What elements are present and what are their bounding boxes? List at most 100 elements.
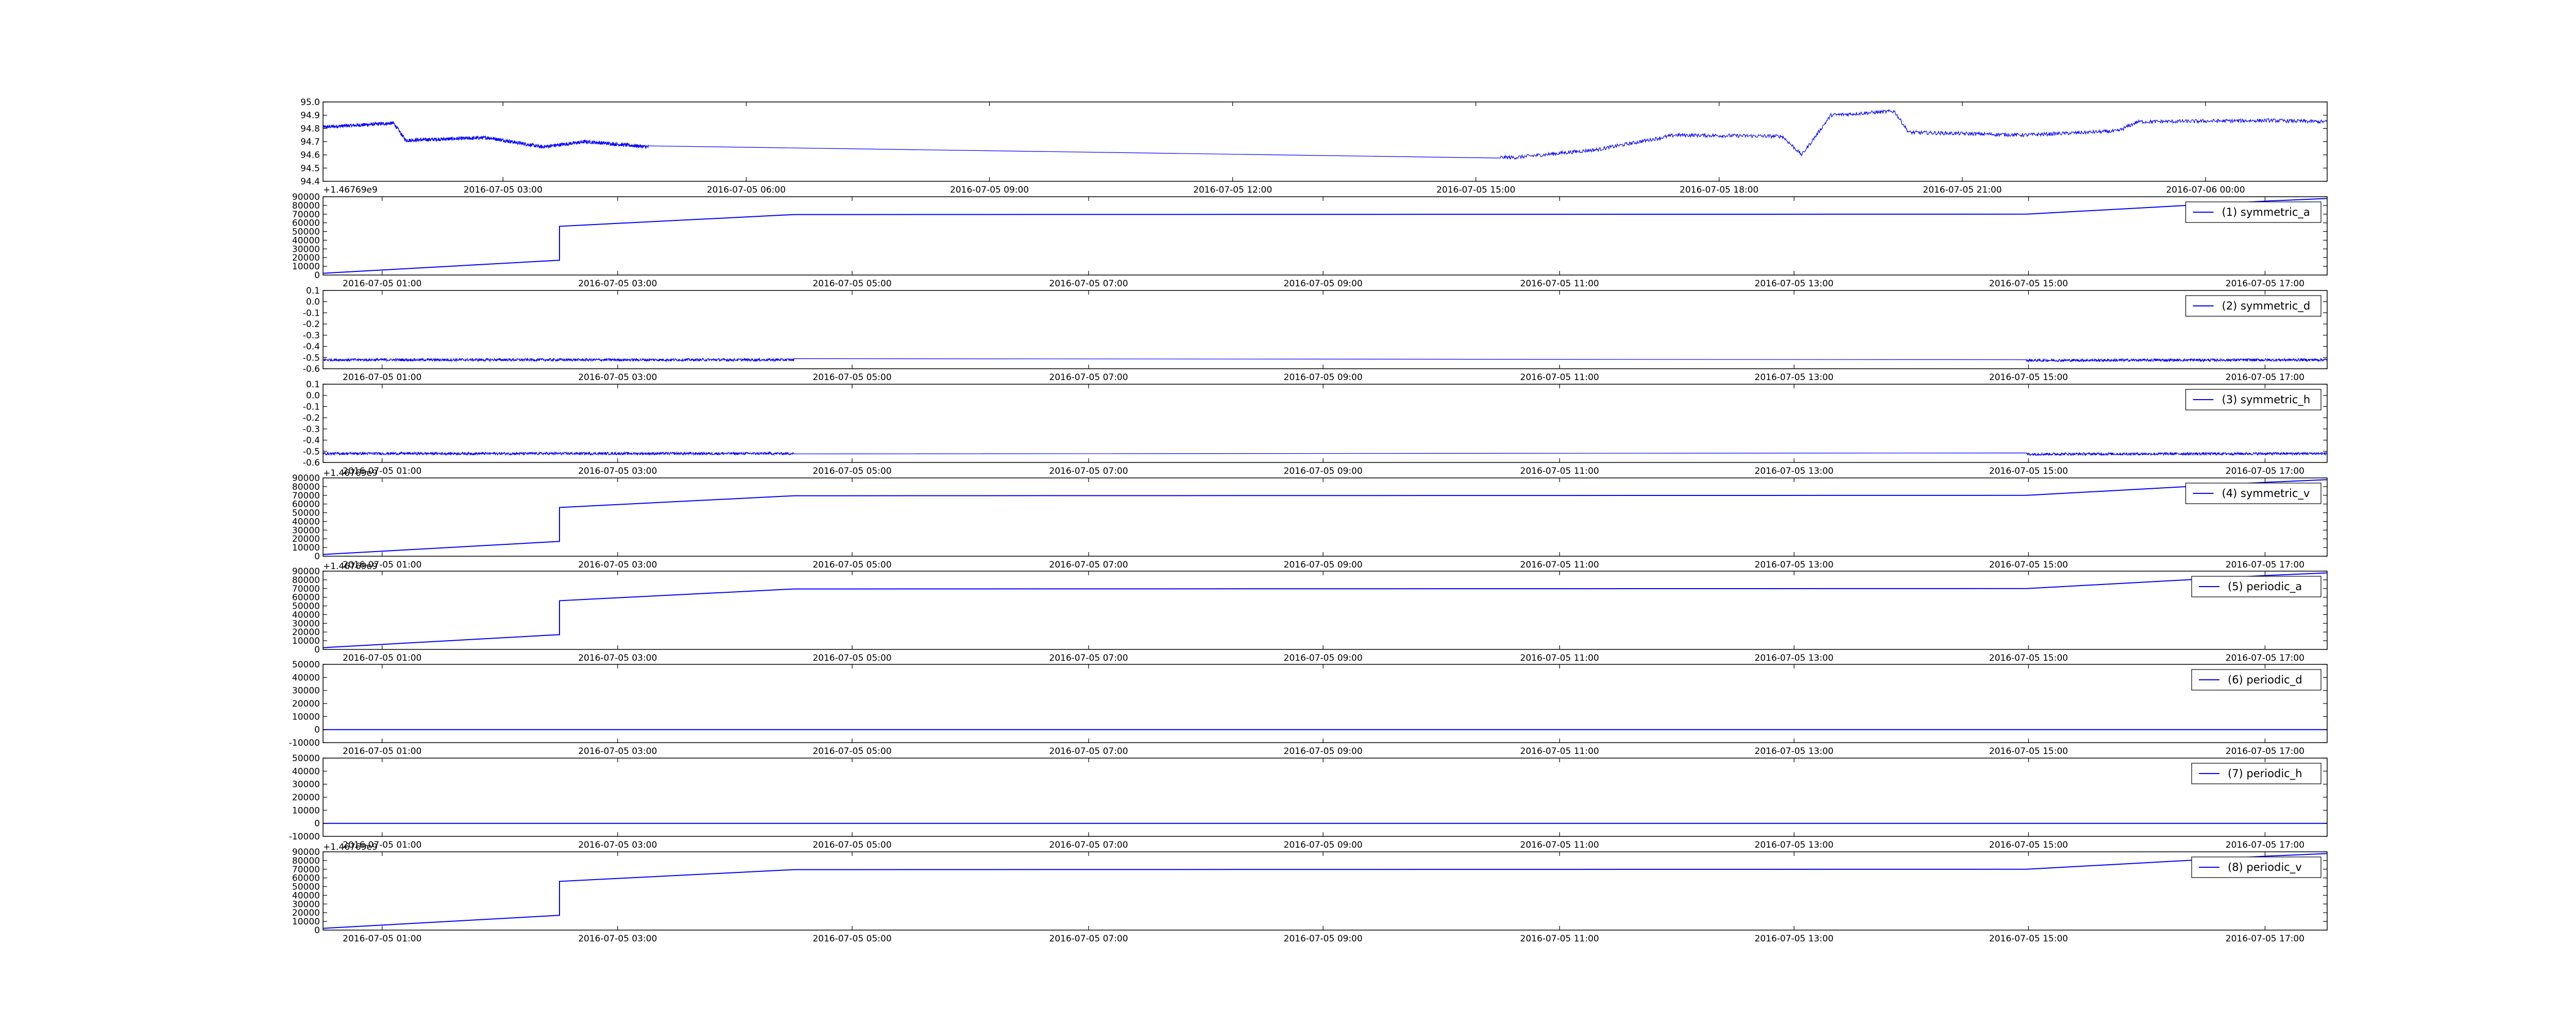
xtick-label: 2016-07-05 11:00	[1520, 840, 1599, 850]
xtick-label: 2016-07-05 05:00	[812, 560, 891, 570]
ytick-label: 0	[314, 725, 320, 735]
xtick-label: 2016-07-05 09:00	[1284, 840, 1363, 850]
offset-text: +1.46769e9	[323, 468, 378, 478]
series-line	[323, 451, 2328, 456]
xtick-label: 2016-07-05 07:00	[1049, 279, 1128, 289]
legend: (1) symmetric_a	[2185, 201, 2321, 223]
offset-text: +1.46769e9	[323, 185, 378, 195]
xtick-label: 2016-07-06 00:00	[2166, 185, 2245, 195]
legend-label: (6) periodic_d	[2228, 674, 2302, 686]
xtick-label: 2016-07-05 05:00	[812, 934, 891, 944]
xtick-label: 2016-07-05 09:00	[950, 185, 1029, 195]
legend: (5) periodic_a	[2191, 576, 2321, 597]
xtick-label: 2016-07-05 03:00	[578, 560, 657, 570]
series-line	[323, 357, 2328, 363]
legend-label: (3) symmetric_h	[2222, 393, 2311, 406]
ytick-label: -0.1	[303, 402, 320, 412]
xtick-label: 2016-07-05 05:00	[812, 746, 891, 757]
ytick-label: 20000	[292, 793, 320, 803]
xtick-label: 2016-07-05 07:00	[1049, 372, 1128, 383]
xtick-label: 2016-07-05 03:00	[578, 746, 657, 757]
ytick-label: 10000	[292, 712, 320, 722]
ytick-label: 90000	[292, 192, 320, 202]
subplot-p1: 0100002000030000400005000060000700008000…	[292, 192, 2328, 289]
ytick-label: 94.8	[300, 124, 320, 134]
offset-text: +1.46769e9	[323, 842, 378, 852]
xtick-label: 2016-07-05 15:00	[1436, 185, 1515, 195]
xtick-label: 2016-07-05 12:00	[1193, 185, 1272, 195]
ytick-label: -0.6	[303, 364, 320, 374]
xtick-label: 2016-07-05 15:00	[1989, 560, 2068, 570]
legend-label: (1) symmetric_a	[2222, 206, 2310, 219]
legend-label: (5) periodic_a	[2228, 580, 2302, 593]
xtick-label: 2016-07-05 11:00	[1520, 560, 1599, 570]
legend-label: (8) periodic_v	[2228, 861, 2302, 874]
xtick-label: 2016-07-05 17:00	[2226, 560, 2304, 570]
xtick-label: 2016-07-05 17:00	[2226, 934, 2304, 944]
xtick-label: 2016-07-05 13:00	[1755, 560, 1834, 570]
xtick-label: 2016-07-05 05:00	[812, 653, 891, 663]
ytick-label: -0.1	[303, 308, 320, 318]
axes-frame	[323, 477, 2328, 557]
legend: (3) symmetric_h	[2185, 389, 2321, 410]
xtick-label: 2016-07-05 15:00	[1989, 279, 2068, 289]
ytick-label: -0.4	[303, 342, 320, 352]
xtick-label: 2016-07-05 17:00	[2226, 466, 2304, 476]
ytick-label: 0.1	[306, 380, 320, 390]
xtick-label: 2016-07-05 11:00	[1520, 934, 1599, 944]
xtick-label: 2016-07-05 07:00	[1049, 746, 1128, 757]
ytick-label: 20000	[292, 699, 320, 709]
xtick-label: 2016-07-05 03:00	[464, 185, 543, 195]
xtick-label: 2016-07-05 15:00	[1989, 466, 2068, 476]
ytick-label: -10000	[289, 738, 320, 748]
xtick-label: 2016-07-05 09:00	[1284, 372, 1363, 383]
ytick-label: 90000	[292, 473, 320, 484]
xtick-label: 2016-07-05 07:00	[1049, 934, 1128, 944]
xtick-label: 2016-07-05 11:00	[1520, 653, 1599, 663]
xtick-label: 2016-07-05 09:00	[1284, 746, 1363, 757]
ytick-label: 90000	[292, 566, 320, 577]
legend: (7) periodic_h	[2191, 763, 2321, 784]
ytick-label: 90000	[292, 847, 320, 857]
ytick-label: -0.3	[303, 331, 320, 341]
xtick-label: 2016-07-05 05:00	[812, 466, 891, 476]
xtick-label: 2016-07-05 11:00	[1520, 466, 1599, 476]
xtick-label: 2016-07-05 07:00	[1049, 466, 1128, 476]
ytick-label: 95.0	[300, 97, 320, 108]
series-line	[323, 109, 2328, 160]
xtick-label: 2016-07-05 13:00	[1755, 746, 1834, 757]
xtick-label: 2016-07-05 17:00	[2226, 653, 2304, 663]
subplot-p0: 94.4 94.5 94.6 94.7 94.8 94.9 95.0 2016-07-05 0…	[300, 97, 2328, 195]
axes-frame	[323, 101, 2328, 182]
axes-frame	[323, 290, 2328, 369]
xtick-label: 2016-07-05 01:00	[343, 653, 421, 663]
legend: (8) periodic_v	[2191, 856, 2321, 878]
xtick-label: 2016-07-05 07:00	[1049, 560, 1128, 570]
offset-text: +1.46769e9	[323, 561, 378, 572]
xtick-label: 2016-07-05 17:00	[2226, 840, 2304, 850]
legend: (2) symmetric_d	[2185, 295, 2321, 317]
series-line	[323, 853, 2328, 929]
legend: (4) symmetric_v	[2185, 483, 2321, 504]
xtick-label: 2016-07-05 03:00	[578, 934, 657, 944]
ytick-label: -0.5	[303, 447, 320, 457]
xtick-label: 2016-07-05 15:00	[1989, 840, 2068, 850]
xtick-label: 2016-07-05 09:00	[1284, 279, 1363, 289]
xtick-label: 2016-07-05 01:00	[343, 934, 421, 944]
xtick-label: 2016-07-05 01:00	[343, 746, 421, 757]
xtick-label: 2016-07-05 17:00	[2226, 279, 2304, 289]
axes-frame	[323, 664, 2328, 743]
xtick-label: 2016-07-05 13:00	[1755, 372, 1834, 383]
subplot-p7: -10000 0 10000 20000 30000 40000 50000 2016-07-…	[289, 753, 2328, 850]
ytick-label: 94.4	[300, 177, 320, 187]
xtick-label: 2016-07-05 13:00	[1755, 279, 1834, 289]
ytick-label: 10000	[292, 805, 320, 816]
ytick-label: 94.6	[300, 150, 320, 161]
ytick-label: 94.5	[300, 163, 320, 174]
axes-frame	[323, 384, 2328, 463]
series-line	[323, 572, 2328, 648]
xtick-label: 2016-07-05 15:00	[1989, 746, 2068, 757]
subplot-p4: 0100002000030000400005000060000700008000…	[292, 468, 2328, 570]
subplot-p2: -0.6-0.5-0.4-0.3-0.2-0.10.00.1 2016-07-05…	[303, 286, 2328, 383]
xtick-label: 2016-07-05 13:00	[1755, 466, 1834, 476]
